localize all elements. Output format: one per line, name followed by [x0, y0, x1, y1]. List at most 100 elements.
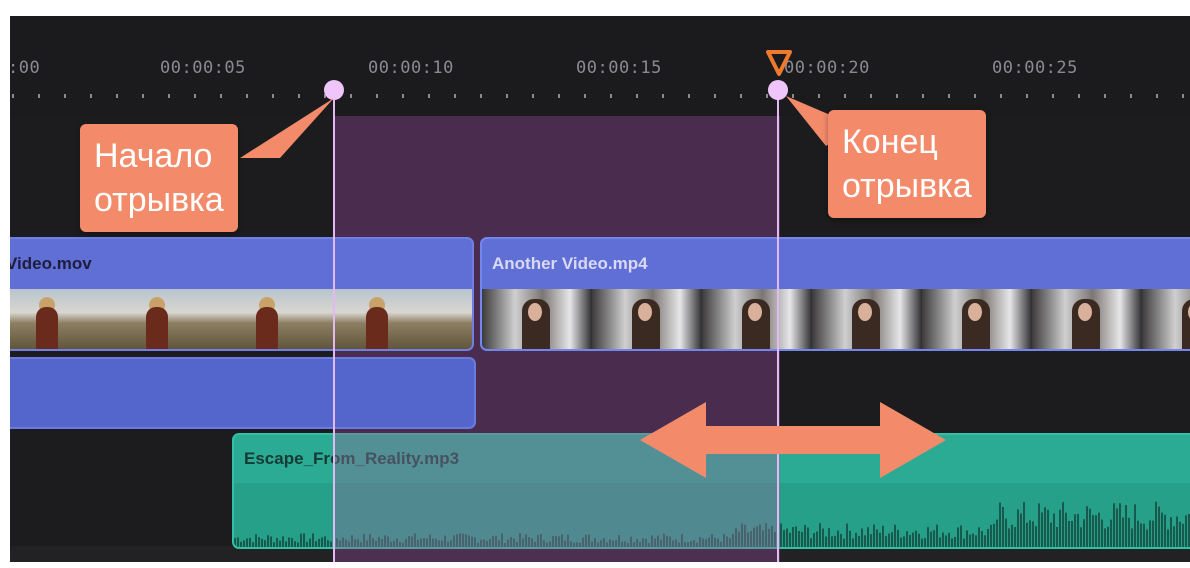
time-ruler[interactable]: :00 00:00:05 00:00:10 00:00:15 00:00:20 …	[10, 16, 1190, 116]
waveform-bar	[1134, 504, 1136, 547]
waveform-bar	[642, 538, 644, 547]
video-clip-another-video-mp4[interactable]: Another Video.mp4	[480, 237, 1190, 351]
ruler-tick	[142, 94, 144, 98]
waveform-bar	[339, 540, 341, 547]
waveform-bar	[270, 536, 272, 547]
waveform-bar	[597, 542, 599, 547]
waveform-bar	[951, 538, 953, 547]
waveform-bar	[324, 536, 326, 547]
start-callout: Начало отрывка	[80, 124, 238, 232]
waveform-bar	[360, 542, 362, 547]
waveform-bar	[1140, 523, 1142, 547]
waveform-bar	[729, 538, 731, 547]
waveform-bar	[1113, 503, 1115, 547]
end-callout-line2: отрывка	[842, 167, 972, 205]
waveform-bar	[558, 536, 560, 547]
waveform-bar	[1092, 515, 1094, 547]
waveform-bar	[318, 538, 320, 547]
clip-title: Another Video.mp4	[492, 254, 648, 273]
waveform-bar	[876, 529, 878, 547]
waveform-bar	[561, 534, 563, 547]
waveform-bar	[528, 537, 530, 547]
waveform-bar	[513, 538, 515, 547]
waveform-bar	[579, 542, 581, 547]
ruler-tick	[1130, 94, 1132, 98]
ruler-tick	[662, 94, 664, 98]
waveform-bar	[1047, 509, 1049, 547]
waveform-bar	[309, 538, 311, 547]
ruler-tick	[194, 94, 196, 98]
waveform-bar	[387, 536, 389, 547]
waveform-bar	[585, 534, 587, 547]
waveform-bar	[852, 538, 854, 547]
waveform-bar	[351, 535, 353, 547]
waveform-bar	[1095, 515, 1097, 547]
waveform-bar	[702, 538, 704, 547]
waveform-bar	[1077, 513, 1079, 547]
thumbnail	[1142, 289, 1190, 349]
waveform-bar	[690, 541, 692, 547]
waveform-bar	[993, 523, 995, 547]
waveform-bar	[423, 538, 425, 547]
waveform-bar	[843, 538, 845, 547]
waveform-bar	[291, 538, 293, 547]
start-marker-handle[interactable]	[324, 80, 344, 100]
waveform-bar	[411, 536, 413, 547]
waveform-bar	[432, 538, 434, 547]
waveform-bar	[588, 534, 590, 547]
waveform-bar	[735, 528, 737, 547]
waveform-bar	[390, 541, 392, 547]
waveform-bar	[1131, 528, 1133, 547]
ruler-tick	[12, 94, 14, 98]
ruler-tick	[220, 94, 222, 98]
waveform-bar	[645, 538, 647, 547]
ruler-tick	[532, 94, 534, 98]
video-clip-audio-track[interactable]	[10, 357, 476, 429]
waveform-bar	[780, 523, 782, 547]
waveform-bar	[891, 532, 893, 547]
waveform-bar	[393, 540, 395, 547]
waveform-bar	[615, 540, 617, 547]
waveform-bar	[417, 539, 419, 547]
waveform-bar	[354, 539, 356, 547]
waveform-bar	[300, 533, 302, 547]
waveform-bar	[576, 542, 578, 547]
double-arrow-icon	[640, 402, 946, 478]
waveform-bar	[1161, 512, 1163, 547]
ruler-tick	[1104, 94, 1106, 98]
waveform-bar	[864, 535, 866, 547]
ruler-tick	[714, 94, 716, 98]
waveform-bar	[372, 538, 374, 547]
waveform-bar	[681, 534, 683, 547]
waveform-bar	[321, 537, 323, 547]
waveform-bar	[660, 539, 662, 547]
waveform-bar	[1062, 502, 1064, 547]
waveform-bar	[1041, 512, 1043, 547]
waveform-bar	[1119, 503, 1121, 547]
waveform-bar	[330, 541, 332, 547]
waveform-bar	[1032, 521, 1034, 547]
waveform-graphic	[234, 501, 1190, 547]
waveform-bar	[1071, 520, 1073, 547]
waveform-bar	[375, 540, 377, 547]
waveform-bar	[399, 542, 401, 547]
waveform-bar	[1137, 520, 1139, 547]
waveform-bar	[1170, 517, 1172, 547]
playhead-triangle-icon[interactable]	[766, 50, 792, 78]
ruler-tick	[948, 94, 950, 98]
waveform-bar	[927, 527, 929, 547]
waveform-bar	[258, 537, 260, 547]
waveform-bar	[924, 538, 926, 547]
waveform-bar	[1158, 506, 1160, 547]
waveform-bar	[255, 534, 257, 547]
thumbnail	[922, 289, 1032, 349]
waveform-bar	[315, 541, 317, 547]
clip-thumbnails	[10, 289, 472, 349]
waveform-bar	[477, 542, 479, 547]
waveform-bar	[867, 527, 869, 547]
waveform-bar	[522, 538, 524, 547]
waveform-bar	[786, 528, 788, 547]
waveform-bar	[438, 540, 440, 547]
video-clip-video-mov[interactable]: Video.mov	[10, 237, 474, 351]
end-marker-handle[interactable]	[768, 80, 788, 100]
